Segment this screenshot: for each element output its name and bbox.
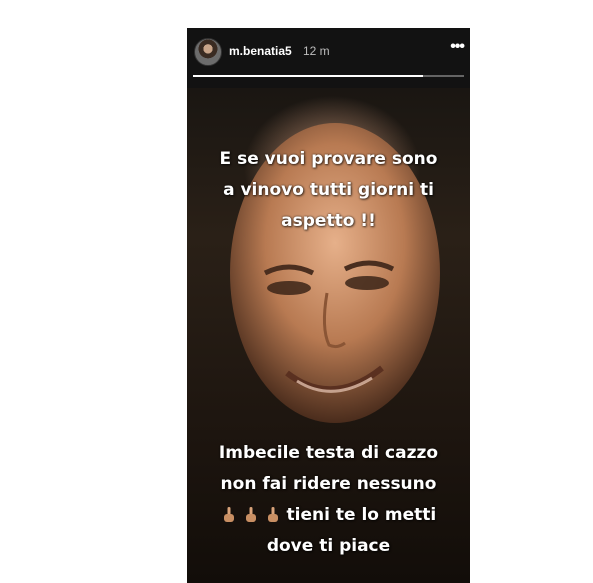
- caption-line: a vinovo tutti giorni ti: [223, 180, 434, 200]
- caption-line: aspetto !!: [281, 211, 376, 231]
- caption-line: Imbecile testa di cazzo: [218, 443, 439, 463]
- avatar[interactable]: [194, 38, 222, 66]
- caption-line-with-emoji: tieni te lo metti: [187, 500, 470, 531]
- caption-line: tieni te lo metti: [286, 505, 437, 525]
- username[interactable]: m.benatia5: [229, 44, 292, 58]
- story-progress-fill: [193, 75, 424, 77]
- caption-line: non fai ridere nessuno: [220, 474, 437, 494]
- caption-bottom: Imbecile testa di cazzo non fai ridere n…: [187, 438, 470, 562]
- middle-finger-emoji: [223, 507, 234, 522]
- middle-finger-emoji: [267, 507, 278, 522]
- story-viewer[interactable]: m.benatia5 12 m ••• E se vuoi provare so…: [187, 28, 470, 583]
- story-header: m.benatia5 12 m •••: [187, 28, 470, 88]
- middle-finger-emoji: [245, 507, 256, 522]
- caption-line: E se vuoi provare sono: [219, 149, 438, 169]
- caption-top: E se vuoi provare sono a vinovo tutti gi…: [187, 144, 470, 237]
- post-time: 12 m: [303, 44, 330, 58]
- caption-line: dove ti piace: [266, 536, 391, 556]
- more-options-icon[interactable]: •••: [450, 38, 465, 56]
- story-progress-bar: [193, 75, 464, 77]
